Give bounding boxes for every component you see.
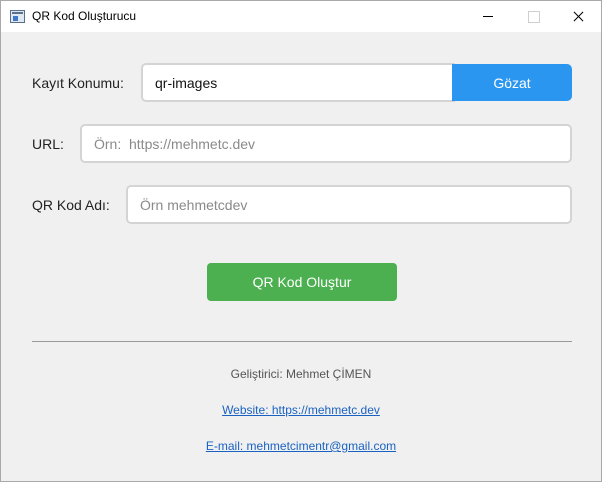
close-button[interactable]: [555, 1, 601, 32]
email-link[interactable]: E-mail: mehmetcimentr@gmail.com: [206, 439, 396, 453]
url-label: URL:: [32, 136, 64, 152]
qr-name-label: QR Kod Adı:: [32, 197, 110, 213]
app-window-icon: [10, 10, 25, 23]
qr-name-input[interactable]: [126, 185, 572, 224]
save-location-input[interactable]: [141, 63, 455, 102]
app-window: QR Kod Oluşturucu Kayıt Konumu: Gözat UR…: [0, 0, 602, 482]
website-link[interactable]: Website: https://mehmetc.dev: [222, 403, 380, 417]
title-bar[interactable]: QR Kod Oluşturucu: [1, 1, 601, 32]
minimize-button[interactable]: [465, 1, 511, 32]
save-location-label: Kayıt Konumu:: [32, 75, 124, 91]
window-title: QR Kod Oluşturucu: [32, 9, 137, 23]
developer-credit: Geliştirici: Mehmet ÇİMEN: [230, 367, 372, 381]
browse-button[interactable]: Gözat: [452, 64, 572, 101]
divider: [32, 341, 572, 342]
website-row: Website: https://mehmetc.dev: [1, 403, 601, 417]
email-row: E-mail: mehmetcimentr@gmail.com: [1, 439, 601, 453]
generate-qr-button[interactable]: QR Kod Oluştur: [207, 263, 397, 301]
url-input[interactable]: [80, 124, 572, 163]
maximize-button[interactable]: [510, 1, 556, 32]
